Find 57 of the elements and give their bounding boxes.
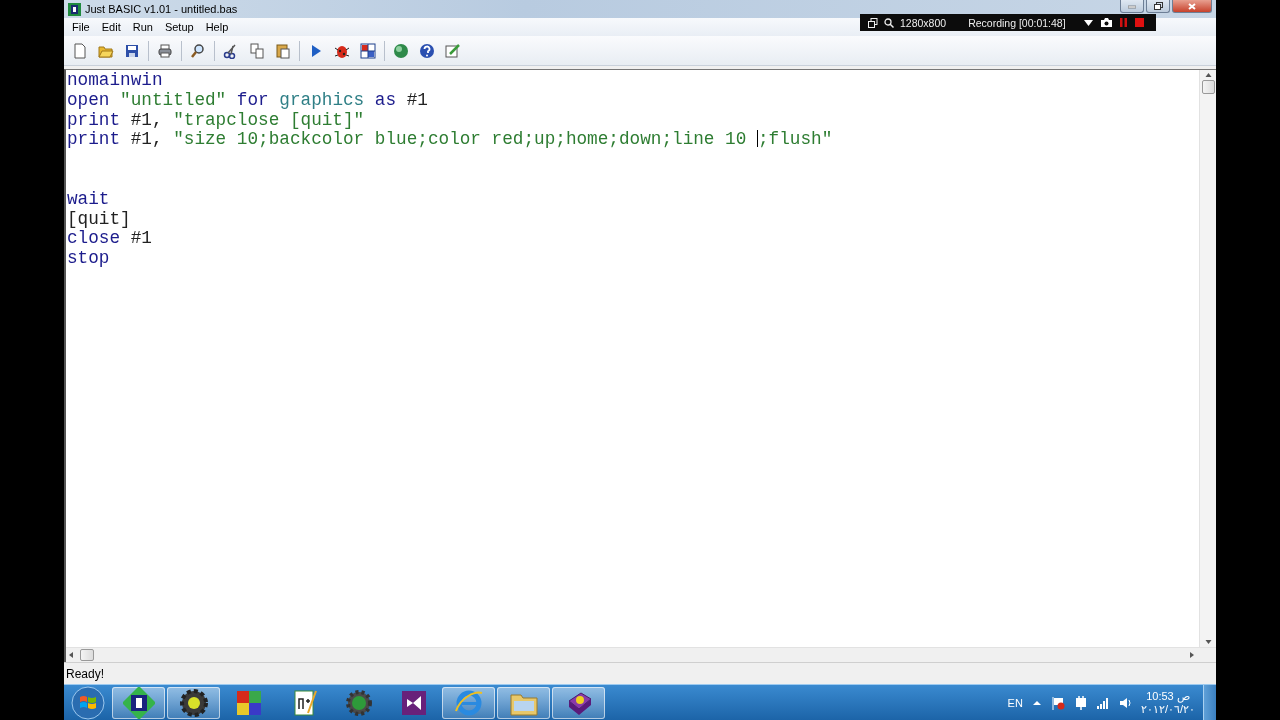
code-line: nomainwin <box>67 71 164 91</box>
close-button[interactable] <box>1172 0 1212 13</box>
show-hidden-icons-icon[interactable] <box>1032 699 1041 706</box>
window-mode-icon[interactable] <box>868 17 878 28</box>
paste-icon <box>275 42 291 59</box>
save-icon <box>124 42 140 59</box>
code-line: print #1, "trapclose [quit]" <box>67 110 366 131</box>
scissors-icon <box>223 42 239 59</box>
app-icon <box>68 2 81 16</box>
stop-icon[interactable] <box>1134 18 1144 27</box>
action-center-flag-icon[interactable] <box>1050 695 1065 710</box>
search-icon <box>190 42 206 59</box>
resolution-label: 1280x800 <box>900 16 947 29</box>
copy-icon <box>249 42 265 59</box>
code-line: stop <box>67 249 111 269</box>
status-text: Ready! <box>66 666 105 681</box>
code-line: open "untitled" for graphics as #1 <box>67 90 429 111</box>
taskbar-button[interactable] <box>167 686 220 719</box>
menu-item[interactable]: Setup <box>158 20 200 34</box>
maximize-button[interactable] <box>1146 0 1170 13</box>
restore-icon <box>1153 2 1163 10</box>
edit-note-icon <box>445 42 461 59</box>
minimize-icon <box>1128 3 1136 9</box>
scroll-up-icon[interactable] <box>1204 70 1212 80</box>
scroll-down-icon[interactable] <box>1204 637 1212 647</box>
camera-icon[interactable] <box>1100 18 1112 27</box>
clock-date[interactable]: ٢٠١٢/٠٦/٢٠ <box>1140 702 1195 716</box>
recording-status: Recording [00:01:48] <box>968 16 1066 29</box>
signal-bars-icon[interactable] <box>1096 696 1109 709</box>
grid-window-icon <box>360 42 376 59</box>
scrollbar-thumb[interactable] <box>1201 80 1215 94</box>
code-line: close #1 <box>67 229 153 250</box>
globe-icon <box>393 42 409 59</box>
scrollbar-thumb[interactable] <box>80 649 94 661</box>
menu-item[interactable]: Run <box>126 20 159 34</box>
menu-item[interactable]: Edit <box>95 20 127 34</box>
window-title: Just BASIC v1.01 - untitled.bas <box>85 3 238 15</box>
show-desktop-button[interactable] <box>1203 684 1216 720</box>
gear-icon <box>177 686 210 719</box>
close-icon <box>1188 2 1196 10</box>
code-line: wait <box>67 189 111 210</box>
pause-icon[interactable] <box>1119 18 1127 27</box>
taskbar-button[interactable] <box>552 686 605 719</box>
language-indicator[interactable]: EN <box>1007 696 1023 709</box>
taskbar-button[interactable] <box>112 686 165 719</box>
code-line: [quit] <box>67 209 132 230</box>
new-file-icon <box>72 42 88 59</box>
volume-icon[interactable] <box>1118 696 1131 709</box>
clock-time[interactable]: 10:53 ص <box>1146 689 1190 703</box>
help-icon <box>419 42 435 59</box>
printer-icon <box>157 42 173 59</box>
search-icon[interactable] <box>884 17 894 28</box>
code-line: print #1, "size 10;backcolor blue;color red;up;home;down;line 10 ;flush" <box>67 130 834 151</box>
power-plug-icon[interactable] <box>1074 695 1087 710</box>
menu-item[interactable]: Help <box>199 20 235 34</box>
text-cursor <box>756 130 758 148</box>
menu-item[interactable]: File <box>66 20 96 34</box>
